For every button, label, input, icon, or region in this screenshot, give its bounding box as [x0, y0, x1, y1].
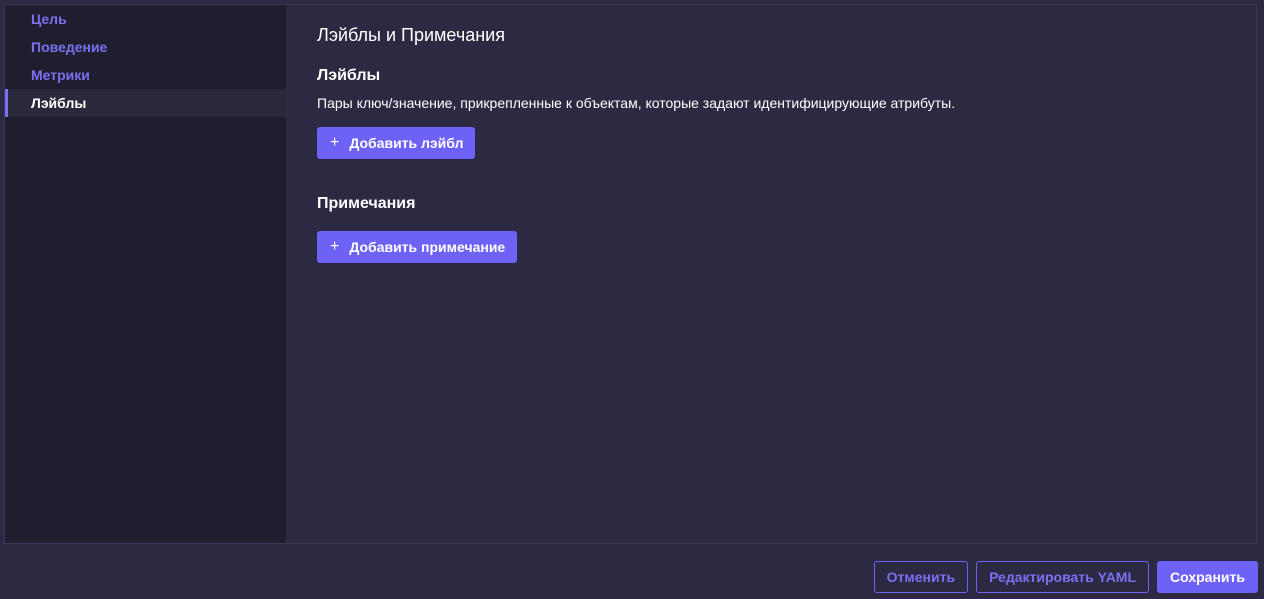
add-note-button[interactable]: + Добавить примечание — [317, 231, 518, 263]
footer-actions: Отменить Редактировать YAML Сохранить — [873, 561, 1258, 593]
add-label-button-label: Добавить лэйбл — [349, 135, 464, 151]
labels-section: Лэйблы Пары ключ/значение, прикрепленные… — [317, 67, 1225, 159]
sidebar-item-metrics[interactable]: Метрики — [5, 61, 286, 89]
main-content: Лэйблы и Примечания Лэйблы Пары ключ/зна… — [286, 5, 1256, 543]
add-label-button[interactable]: + Добавить лэйбл — [317, 127, 476, 159]
labels-section-description: Пары ключ/значение, прикрепленные к объе… — [317, 95, 956, 111]
sidebar-item-behavior[interactable]: Поведение — [5, 33, 286, 61]
notes-section-title: Примечания — [317, 195, 416, 212]
sidebar: Цель Поведение Метрики Лэйблы — [5, 5, 286, 543]
sidebar-item-labels[interactable]: Лэйблы — [5, 89, 286, 117]
cancel-button[interactable]: Отменить — [873, 561, 969, 593]
page-title: Лэйблы и Примечания — [317, 25, 505, 45]
notes-section: Примечания + Добавить примечание — [317, 195, 1225, 263]
plus-icon: + — [330, 134, 340, 151]
labels-section-title: Лэйблы — [317, 67, 381, 84]
editor-panel: Цель Поведение Метрики Лэйблы Лэйблы и П… — [4, 4, 1257, 544]
plus-icon: + — [330, 238, 340, 255]
save-button[interactable]: Сохранить — [1157, 561, 1258, 593]
edit-yaml-button[interactable]: Редактировать YAML — [976, 561, 1150, 593]
add-note-button-label: Добавить примечание — [349, 239, 506, 255]
sidebar-item-goal[interactable]: Цель — [5, 5, 286, 33]
